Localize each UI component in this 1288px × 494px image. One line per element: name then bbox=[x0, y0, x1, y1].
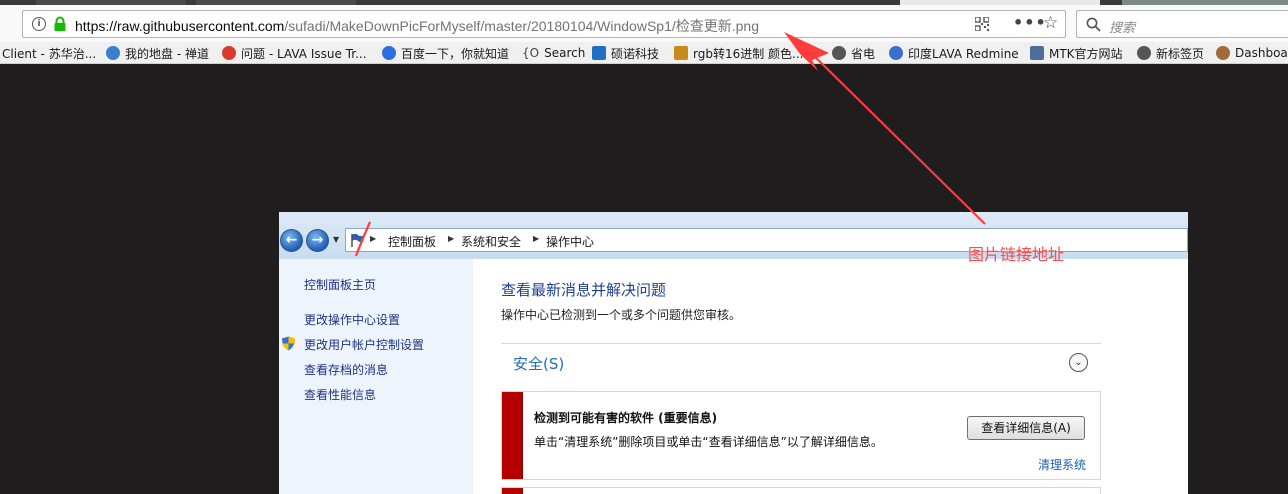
breadcrumb-system-security[interactable]: 系统和安全 bbox=[461, 233, 521, 250]
bookmark-label: rgb转16进制 颜色... bbox=[693, 46, 804, 61]
page-title: 查看最新消息并解决问题 bbox=[501, 281, 667, 299]
url-host: https://raw.githubusercontent.com bbox=[75, 18, 285, 34]
sidebar-link-performance-info[interactable]: 查看性能信息 bbox=[304, 386, 376, 403]
globe-icon bbox=[1137, 46, 1151, 60]
alert-severity-bar bbox=[502, 488, 523, 494]
chevron-down-icon[interactable]: ⌄ bbox=[1069, 353, 1088, 372]
brace-logo-icon: {O bbox=[522, 46, 540, 60]
bookmark-label: 新标签页 bbox=[1156, 46, 1205, 61]
qr-code-icon[interactable] bbox=[975, 17, 989, 31]
forward-arrow-icon[interactable]: → bbox=[306, 229, 329, 252]
security-section-title[interactable]: 安全(S) bbox=[513, 353, 564, 374]
sidebar-link-change-settings[interactable]: 更改操作中心设置 bbox=[304, 311, 400, 328]
bookmark-item[interactable]: rgb转16进制 颜色... bbox=[674, 45, 804, 61]
bookmark-star-icon[interactable]: ☆ bbox=[1043, 13, 1058, 33]
bookmark-item[interactable]: 省电 bbox=[832, 45, 875, 61]
action-center-flag-icon bbox=[351, 233, 364, 247]
site-logo-icon bbox=[1030, 46, 1044, 60]
breadcrumb-action-center[interactable]: 操作中心 bbox=[546, 233, 594, 250]
clean-system-link[interactable]: 清理系统 bbox=[1038, 456, 1086, 473]
bookmark-label: Client - 苏华治... bbox=[2, 46, 97, 61]
page-subtitle: 操作中心已检测到一个或多个问题供您审核。 bbox=[501, 308, 742, 322]
alert-title: 检测到可能有害的软件 (重要信息) bbox=[534, 411, 718, 425]
browser-toolbar: i https://raw.githubusercontent.com/sufa… bbox=[0, 5, 1288, 42]
url-text[interactable]: https://raw.githubusercontent.com/sufadi… bbox=[75, 16, 759, 36]
arc-logo-icon bbox=[222, 46, 236, 60]
breadcrumb-separator-icon[interactable]: ▶ bbox=[370, 234, 376, 243]
breadcrumb-control-panel[interactable]: 控制面板 bbox=[388, 233, 436, 250]
url-bar[interactable]: i https://raw.githubusercontent.com/sufa… bbox=[22, 10, 1066, 38]
bookmark-item[interactable]: MTK官方网站 bbox=[1030, 45, 1123, 61]
url-file: 检查更新.png bbox=[675, 18, 759, 34]
bookmark-label: 百度一下，你就知道 bbox=[401, 46, 510, 61]
bookmark-item[interactable]: 百度一下，你就知道 bbox=[382, 45, 509, 61]
search-icon bbox=[1086, 17, 1101, 32]
search-bar[interactable]: 搜索 bbox=[1076, 10, 1288, 38]
lock-icon bbox=[54, 16, 66, 31]
back-arrow-icon[interactable]: ← bbox=[280, 229, 303, 252]
bookmark-label: 我的地盘 - 禅道 bbox=[125, 46, 209, 61]
url-path: /sufadi/MakeDownPicForMyself/master/2018… bbox=[284, 18, 676, 34]
bookmark-item[interactable]: 印度LAVA Redmine bbox=[889, 45, 1019, 61]
section-divider bbox=[501, 343, 1101, 344]
security-alert: 检测到可能有害的软件 (重要信息) 单击“清理系统”删除项目或单击“查看详细信息… bbox=[501, 391, 1101, 480]
alert-severity-bar bbox=[502, 392, 523, 479]
bookmark-item[interactable]: Client - 苏华治... bbox=[2, 45, 96, 61]
action-center-main: 查看最新消息并解决问题 操作中心已检测到一个或多个问题供您审核。 安全(S) ⌄… bbox=[473, 259, 1188, 494]
bookmark-label: 印度LAVA Redmine bbox=[908, 46, 1019, 61]
bookmark-item[interactable]: 新标签页 bbox=[1137, 45, 1204, 61]
history-dropdown-icon[interactable]: ▼ bbox=[333, 235, 339, 244]
info-icon[interactable]: i bbox=[32, 17, 46, 31]
bookmark-item[interactable]: 我的地盘 - 禅道 bbox=[106, 45, 209, 61]
sidebar-link-uac-settings[interactable]: 更改用户帐户控制设置 bbox=[304, 336, 424, 353]
alert-description: 单击“清理系统”删除项目或单击“查看详细信息”以了解详细信息。 bbox=[534, 435, 883, 449]
view-details-button[interactable]: 查看详细信息(A) bbox=[967, 416, 1085, 440]
bookmark-item[interactable]: 问题 - LAVA Issue Tr... bbox=[222, 45, 367, 61]
bookmark-item[interactable]: {O Search bbox=[522, 45, 585, 61]
sidebar-link-control-panel-home[interactable]: 控制面板主页 bbox=[304, 276, 376, 293]
sidebar-link-archived-messages[interactable]: 查看存档的消息 bbox=[304, 361, 388, 378]
breadcrumb-separator-icon[interactable]: ▶ bbox=[448, 234, 454, 243]
company-logo-icon bbox=[592, 46, 606, 60]
annotation-label: 图片链接地址 bbox=[968, 245, 1065, 264]
bookmark-label: MTK官方网站 bbox=[1049, 46, 1123, 61]
security-alert bbox=[501, 487, 1101, 494]
avatar-icon bbox=[1216, 46, 1230, 60]
bookmark-label: Dashboa bbox=[1235, 46, 1288, 60]
globe-icon bbox=[106, 46, 120, 60]
search-placeholder: 搜索 bbox=[1109, 21, 1136, 36]
uac-shield-icon bbox=[282, 336, 295, 351]
bookmark-label: Search bbox=[544, 46, 586, 60]
page-actions-icon[interactable]: ••• bbox=[1013, 13, 1047, 32]
tools-icon bbox=[674, 46, 688, 60]
explorer-sidebar: 控制面板主页 更改操作中心设置 更改用户帐户控制设置 查看存档的消息 查看性能信… bbox=[279, 259, 473, 494]
bookmark-item[interactable]: 硕诺科技 bbox=[592, 45, 659, 61]
bookmark-label: 问题 - LAVA Issue Tr... bbox=[241, 46, 367, 61]
breadcrumb-separator-icon[interactable]: ▶ bbox=[533, 234, 539, 243]
baidu-paw-icon bbox=[382, 46, 396, 60]
globe-icon bbox=[832, 46, 846, 60]
bookmark-label: 省电 bbox=[851, 46, 876, 61]
bookmarks-bar: Client - 苏华治... 我的地盘 - 禅道 问题 - LAVA Issu… bbox=[0, 42, 1288, 64]
bookmark-label: 硕诺科技 bbox=[611, 46, 660, 61]
bookmark-item[interactable]: Dashboa bbox=[1216, 45, 1288, 61]
redmine-logo-icon bbox=[889, 46, 903, 60]
annotation-arrow-line bbox=[805, 47, 986, 225]
